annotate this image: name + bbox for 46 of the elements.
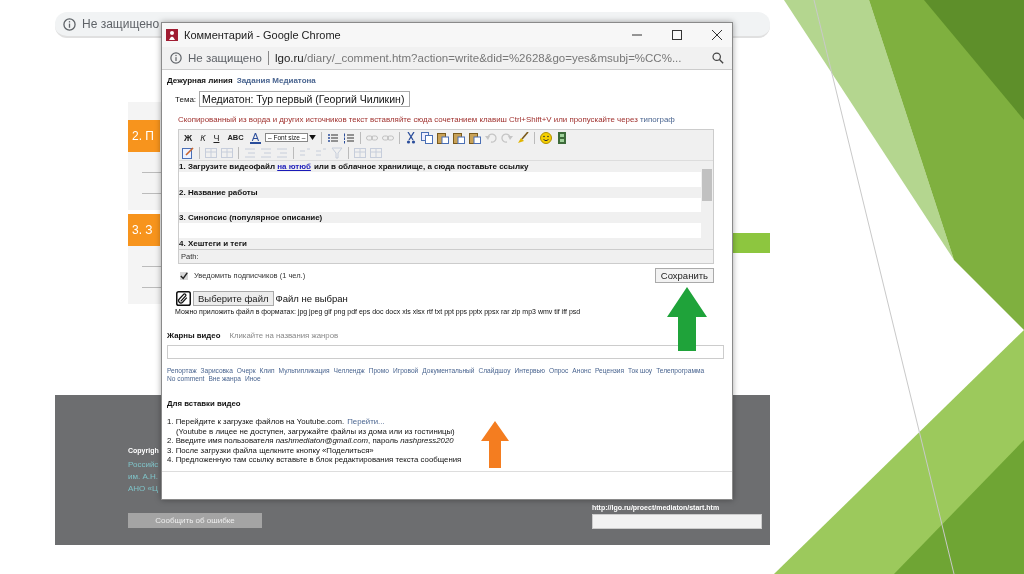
editor-heading: 4. Хештеги и теги (179, 238, 701, 249)
security-label: Не защищено (82, 17, 160, 31)
up-arrow (667, 287, 707, 351)
address-url[interactable]: lgo.ru/diary/_comment.htm?action=write&did=%2628&go=yes&msubj=%CC%... (274, 52, 682, 64)
edit-icon[interactable] (182, 146, 194, 159)
bulleted-list-icon[interactable] (327, 131, 340, 144)
brush-icon[interactable] (517, 131, 530, 144)
window-title: Комментарий - Google Chrome (184, 29, 341, 41)
breadcrumb-link[interactable]: Задания Медиатона (236, 76, 316, 85)
youtube-link[interactable]: на ютюб (277, 162, 311, 171)
scroll-bar[interactable] (592, 514, 762, 529)
format-button[interactable]: A (249, 131, 262, 144)
app-icon (166, 29, 178, 41)
genres-field[interactable] (167, 345, 724, 359)
caret-icon[interactable] (309, 135, 317, 140)
copy-icon[interactable] (421, 131, 434, 144)
topic-field[interactable]: Медиатон: Тур первый (Георгий Чиликин) (199, 91, 411, 107)
zoom-icon[interactable] (712, 52, 724, 64)
clipboard-icon[interactable] (469, 131, 482, 144)
field-label: Тема: (175, 94, 197, 104)
scissors-icon[interactable] (405, 131, 418, 144)
notify-checkbox[interactable] (180, 271, 188, 280)
smiley-icon[interactable] (540, 131, 553, 144)
section-title: Дежурная линия (167, 76, 233, 85)
editor-heading: 1. Загрузите видеофайл на ютюб или в облачное хранилище, а сюда поставьте ссылку (179, 161, 701, 172)
scroll-bar[interactable] (701, 161, 713, 249)
paperclip-icon[interactable] (176, 291, 191, 306)
numbered-list-icon[interactable] (343, 131, 356, 144)
close-icon[interactable] (712, 30, 722, 40)
save-button[interactable]: Сохранить (654, 268, 714, 283)
info-icon[interactable] (170, 52, 182, 64)
maximize-icon[interactable] (672, 30, 682, 40)
format-button[interactable]: К (198, 132, 208, 143)
side-bar (733, 233, 770, 253)
format-button[interactable]: Ч (211, 132, 222, 143)
editor-heading: 2. Название работы (179, 186, 701, 198)
file-status: Файл не выбран (275, 293, 348, 304)
film-icon[interactable] (556, 131, 569, 144)
security-label: Не защищено (188, 52, 262, 64)
format-button[interactable]: Ж (182, 132, 195, 143)
editor-heading: 3. Синопсис (популярное описание) (179, 212, 701, 224)
clipboard-icon[interactable] (453, 131, 466, 144)
choose-file-button[interactable]: Выберите файл (193, 291, 274, 306)
info-icon[interactable] (63, 17, 76, 31)
clipboard-icon[interactable] (437, 131, 450, 144)
up-arrow (481, 421, 509, 468)
